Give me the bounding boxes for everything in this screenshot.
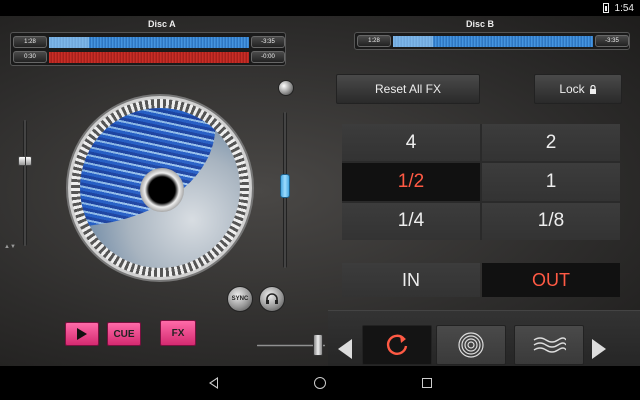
deck-a-elapsed-top: 1:28 (13, 36, 47, 48)
fx-button[interactable]: FX (160, 320, 196, 346)
beat-button-1-2[interactable]: 1/2 (342, 163, 480, 201)
gain-knob[interactable] (278, 80, 294, 96)
dj-app: Disc A 1:28 -3:35 0:30 -0:00 Disc B 1:28… (0, 16, 640, 366)
deck-a-waveform-panel: 1:28 -3:35 0:30 -0:00 (10, 32, 286, 66)
loop-in-out-row: IN OUT (342, 263, 620, 297)
deck-b-title: Disc B (466, 19, 495, 29)
loop-repeat-icon (386, 334, 408, 355)
reset-all-fx-button[interactable]: Reset All FX (336, 74, 480, 104)
fx-label: FX (171, 327, 185, 339)
play-icon (77, 328, 87, 340)
volume-slider-thumb[interactable] (280, 174, 290, 198)
status-bar: 1:54 (0, 0, 640, 16)
loop-out-button[interactable]: OUT (482, 263, 620, 297)
deck-b-playhead (393, 36, 433, 47)
deck-a-remaining-top: -3:35 (251, 36, 285, 48)
loop-in-button[interactable]: IN (342, 263, 480, 297)
deck-a-title: Disc A (148, 19, 176, 29)
deck-a-turntable[interactable] (66, 94, 254, 282)
cue-label: CUE (113, 328, 135, 340)
sync-button[interactable]: SYNC (227, 286, 253, 312)
sync-label: SYNC (231, 296, 249, 302)
wave-lines-icon (533, 337, 566, 353)
deck-a-playhead-top (49, 37, 89, 48)
crossfader-thumb[interactable] (313, 334, 323, 356)
lock-button[interactable]: Lock (534, 74, 622, 104)
play-button[interactable] (65, 322, 99, 346)
deck-a-elapsed-bottom: 0:30 (13, 51, 47, 63)
beat-button-1[interactable]: 1 (482, 163, 620, 201)
fx-loop-button[interactable] (362, 325, 432, 365)
back-icon[interactable] (208, 377, 218, 389)
recent-apps-icon[interactable] (421, 378, 432, 388)
navigation-bar (0, 366, 640, 400)
deck-b-waveform[interactable] (393, 36, 593, 47)
cue-button[interactable]: CUE (107, 322, 141, 346)
deck-a-playhead-bottom (49, 52, 139, 63)
headphones-icon (266, 293, 278, 304)
prev-fx-arrow-icon[interactable] (338, 339, 352, 359)
deck-b-remaining: -3:35 (595, 35, 629, 47)
pitch-slider-thumb[interactable] (18, 156, 32, 166)
headphone-cue-button[interactable] (259, 286, 285, 312)
deck-b-waveform-panel: 1:28 -3:35 (354, 32, 630, 50)
deck-a-remaining-bottom: -0:00 (251, 51, 285, 63)
fx-flanger-button[interactable] (514, 325, 584, 365)
next-fx-arrow-icon[interactable] (592, 339, 606, 359)
beat-button-2[interactable]: 2 (482, 124, 620, 162)
beat-button-1-8[interactable]: 1/8 (482, 202, 620, 240)
echo-rings-icon (458, 332, 484, 358)
turntable-spindle (140, 168, 184, 212)
beat-button-1-4[interactable]: 1/4 (342, 202, 480, 240)
lock-icon (589, 84, 596, 94)
deck-a-waveform-bottom[interactable] (49, 52, 249, 63)
lock-label: Lock (559, 82, 585, 96)
pitch-slider-track[interactable] (23, 120, 27, 246)
home-icon[interactable] (313, 377, 326, 389)
battery-icon (602, 3, 609, 13)
deck-a-waveform-top[interactable] (49, 37, 249, 48)
deck-b-elapsed: 1:28 (357, 35, 391, 47)
beat-button-4[interactable]: 4 (342, 124, 480, 162)
fx-selector-row (328, 310, 640, 366)
fx-echo-button[interactable] (436, 325, 506, 365)
beat-length-grid: 4 2 1/2 1 1/4 1/8 (342, 124, 620, 240)
pitch-reset-icon[interactable]: ▲▼ (4, 244, 16, 250)
reset-all-fx-label: Reset All FX (374, 82, 442, 96)
status-time: 1:54 (614, 2, 634, 14)
fx-panel: Reset All FX Lock 4 2 1/2 1 1/4 1/8 IN O… (328, 54, 640, 366)
